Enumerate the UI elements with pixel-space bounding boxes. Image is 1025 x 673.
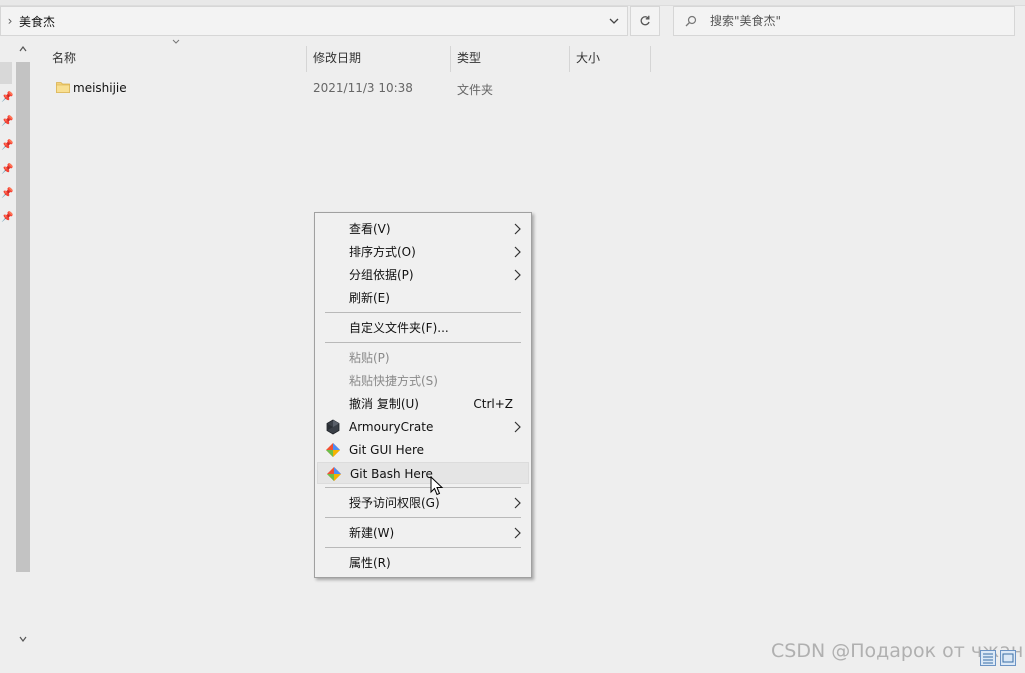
chevron-right-icon — [514, 269, 521, 281]
file-row[interactable]: meishijie 2021/11/3 10:38 文件夹 — [50, 76, 650, 100]
nav-selected-item[interactable] — [0, 62, 12, 84]
menu-item-undo-copy[interactable]: 撤消 复制(U) Ctrl+Z — [317, 393, 529, 415]
large-icons-view-button[interactable] — [1000, 650, 1016, 666]
menu-item-paste[interactable]: 粘贴(P) — [317, 347, 529, 369]
git-icon — [327, 467, 341, 481]
pin-icon: 📌 — [1, 188, 14, 199]
column-header-date[interactable]: 修改日期 — [307, 44, 451, 72]
column-header-name[interactable]: 名称 — [46, 44, 306, 72]
chevron-down-icon — [609, 18, 619, 24]
file-name[interactable]: meishijie — [73, 81, 127, 95]
chevron-right-icon — [514, 497, 521, 509]
chevron-right-icon — [514, 527, 521, 539]
pin-icon: 📌 — [1, 140, 14, 151]
menu-item-properties[interactable]: 属性(R) — [317, 552, 529, 574]
menu-separator — [325, 312, 521, 313]
chevron-right-icon — [514, 246, 521, 258]
address-bar[interactable]: › 美食杰 — [0, 6, 628, 36]
column-headers: 名称 修改日期 类型 大小 — [32, 39, 1025, 72]
menu-item-view[interactable]: 查看(V) — [317, 218, 529, 240]
chevron-right-icon — [514, 421, 521, 433]
menu-item-label: 新建(W) — [349, 526, 395, 540]
menu-item-git-gui-here[interactable]: Git GUI Here — [317, 439, 529, 461]
pin-icon: 📌 — [1, 164, 14, 175]
context-menu: 查看(V) 排序方式(O) 分组依据(P) 刷新(E) 自定义文件夹(F)...… — [314, 212, 532, 578]
search-input[interactable] — [708, 13, 1002, 29]
menu-item-label: 撤消 复制(U) — [349, 397, 419, 411]
menu-item-paste-shortcut[interactable]: 粘贴快捷方式(S) — [317, 370, 529, 392]
menu-item-label: Git Bash Here — [350, 467, 433, 481]
pin-icon: 📌 — [1, 92, 14, 103]
menu-item-label: 排序方式(O) — [349, 245, 416, 259]
nav-scrollbar-thumb[interactable] — [16, 62, 30, 572]
file-explorer-window: › 美食杰 📌 📌 📌 📌 📌 📌 名称 — [0, 0, 1025, 673]
menu-item-new[interactable]: 新建(W) — [317, 522, 529, 544]
menu-item-shortcut: Ctrl+Z — [473, 397, 513, 411]
menu-item-label: Git GUI Here — [349, 443, 425, 457]
menu-item-git-bash-here[interactable]: Git Bash Here — [317, 462, 529, 484]
nav-scroll-down-button[interactable] — [16, 634, 30, 650]
details-view-icon — [983, 653, 993, 664]
menu-item-label: ArmouryCrate — [349, 420, 434, 434]
column-header-type[interactable]: 类型 — [451, 44, 569, 72]
chevron-right-icon[interactable]: › — [1, 14, 19, 28]
file-date: 2021/11/3 10:38 — [313, 81, 413, 95]
menu-item-armourycrate[interactable]: ArmouryCrate — [317, 416, 529, 438]
breadcrumb-current-folder[interactable]: 美食杰 — [19, 13, 55, 30]
menu-item-label: 分组依据(P) — [349, 268, 414, 282]
menu-item-label: 粘贴(P) — [349, 351, 390, 365]
menu-item-label: 粘贴快捷方式(S) — [349, 374, 438, 388]
address-history-dropdown[interactable] — [600, 7, 627, 35]
column-header-size[interactable]: 大小 — [570, 44, 650, 72]
menu-item-sort-by[interactable]: 排序方式(O) — [317, 241, 529, 263]
menu-item-give-access-to[interactable]: 授予访问权限(G) — [317, 492, 529, 514]
menu-separator — [325, 342, 521, 343]
view-mode-buttons — [980, 650, 1020, 670]
menu-item-label: 查看(V) — [349, 222, 391, 236]
menu-item-label: 自定义文件夹(F)... — [349, 321, 449, 335]
menu-separator — [325, 487, 521, 488]
menu-item-refresh[interactable]: 刷新(E) — [317, 287, 529, 309]
large-icons-view-icon — [1002, 653, 1014, 663]
column-divider[interactable] — [650, 46, 651, 72]
details-view-button[interactable] — [980, 650, 996, 666]
mouse-cursor-icon — [430, 476, 444, 496]
file-type: 文件夹 — [457, 83, 494, 97]
pin-icon: 📌 — [1, 212, 14, 223]
search-box[interactable] — [673, 6, 1015, 36]
refresh-icon — [640, 15, 650, 26]
pin-icon: 📌 — [1, 116, 14, 127]
menu-item-customize-folder[interactable]: 自定义文件夹(F)... — [317, 317, 529, 339]
chevron-right-icon — [514, 223, 521, 235]
menu-item-label: 属性(R) — [349, 556, 391, 570]
refresh-button[interactable] — [630, 6, 660, 36]
menu-separator — [325, 547, 521, 548]
menu-item-label: 刷新(E) — [349, 291, 390, 305]
menu-separator — [325, 517, 521, 518]
menu-item-group-by[interactable]: 分组依据(P) — [317, 264, 529, 286]
folder-icon — [56, 82, 70, 93]
menu-item-label: 授予访问权限(G) — [349, 496, 440, 510]
nav-scroll-up-button[interactable] — [16, 44, 30, 60]
git-icon — [326, 443, 340, 457]
armoury-crate-icon — [326, 419, 340, 435]
search-icon — [674, 15, 708, 27]
